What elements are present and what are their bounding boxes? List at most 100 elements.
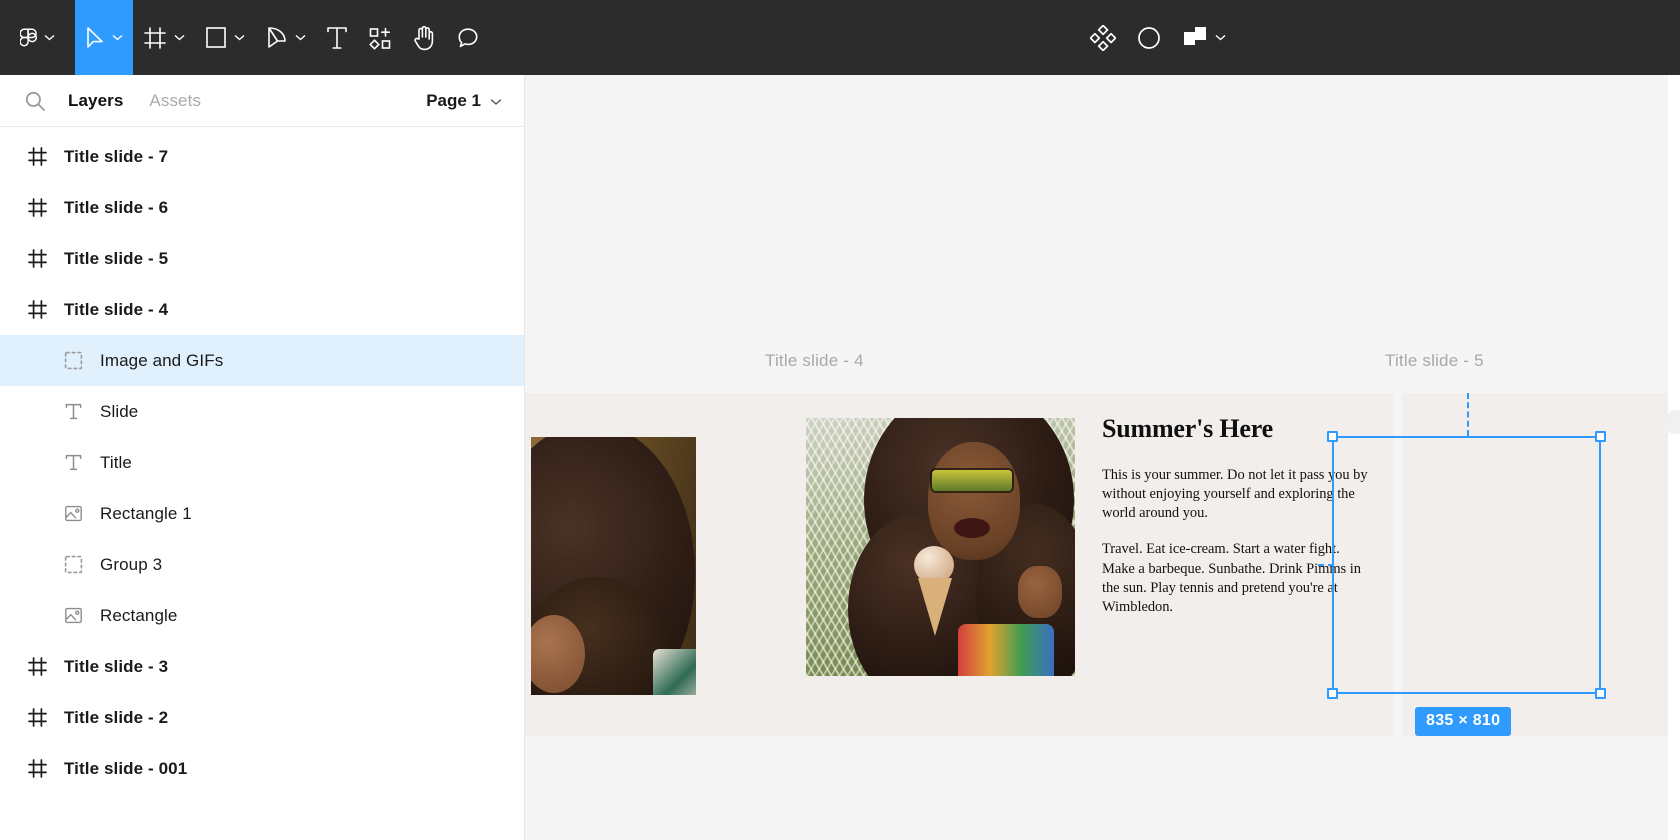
search-icon[interactable]	[24, 90, 46, 112]
chevron-down-icon	[490, 91, 502, 111]
photo-sunglasses-shape	[932, 470, 1012, 491]
layer-row-title-slide-001[interactable]: Title slide - 001	[0, 743, 524, 794]
frame-title-slide-5[interactable]	[1402, 393, 1680, 736]
page-selector-label: Page 1	[426, 90, 481, 110]
layer-row-label: Title slide - 3	[64, 656, 169, 676]
slide-paragraph-1: This is your summer. Do not let it pass …	[1102, 466, 1368, 522]
layer-tree[interactable]: Title slide - 7 Title slide - 6 Title slid…	[0, 127, 524, 840]
layer-row-title-slide-4[interactable]: Title slide - 4	[0, 284, 524, 335]
group-icon	[58, 351, 88, 370]
tab-layers[interactable]: Layers	[68, 91, 123, 111]
components-button[interactable]	[1080, 0, 1126, 75]
photo-mouth-shape	[954, 518, 990, 538]
layer-row-group-3[interactable]: Group 3	[0, 539, 524, 590]
photo-face-shape	[928, 442, 1020, 560]
frame-icon	[22, 249, 52, 268]
frame-label-title-slide-4[interactable]: Title slide - 4	[765, 351, 864, 371]
cursor-icon	[85, 26, 105, 50]
toolbar-left-group	[0, 0, 490, 75]
selection-size-badge: 835 × 810	[1415, 707, 1512, 736]
mask-button[interactable]	[1126, 0, 1172, 75]
layer-row-label: Title	[100, 452, 132, 472]
toolbar-right-group	[1080, 0, 1236, 75]
layer-row-label: Rectangle	[100, 605, 178, 625]
photo-icecream-cone	[918, 578, 952, 636]
layer-row-title-slide-6[interactable]: Title slide - 6	[0, 182, 524, 233]
layer-row-title-slide-3[interactable]: Title slide - 3	[0, 641, 524, 692]
frame-icon	[22, 657, 52, 676]
boolean-groups-button[interactable]	[1172, 0, 1236, 75]
slide-photo-main[interactable]	[806, 418, 1075, 676]
layer-row-label: Rectangle 1	[100, 503, 192, 523]
layer-row-label: Title slide - 5	[64, 248, 169, 268]
pen-icon	[265, 25, 288, 50]
figma-logo-icon	[20, 25, 37, 50]
slide-photo-left	[531, 437, 696, 695]
layer-row-label: Title slide - 6	[64, 197, 169, 217]
chevron-down-icon	[112, 34, 123, 41]
layer-row-title[interactable]: Title	[0, 437, 524, 488]
layer-row-label: Group 3	[100, 554, 163, 574]
workspace: Layers Assets Page 1 Title slide - 7 Titl…	[0, 75, 1680, 840]
comment-tool[interactable]	[446, 0, 490, 75]
pen-tool[interactable]	[255, 0, 316, 75]
photo-shirt-shape	[958, 624, 1054, 676]
tab-assets[interactable]: Assets	[149, 91, 201, 111]
text-icon	[326, 25, 348, 51]
components-icon	[1090, 24, 1116, 51]
layer-row-title-slide-5[interactable]: Title slide - 5	[0, 233, 524, 284]
shape-tool[interactable]	[195, 0, 255, 75]
mask-icon	[1136, 25, 1162, 51]
frame-icon	[143, 26, 167, 50]
layers-panel-header: Layers Assets Page 1	[0, 75, 524, 127]
rectangle-icon	[205, 25, 227, 50]
page-selector[interactable]: Page 1	[426, 91, 502, 111]
hand-icon	[412, 25, 436, 51]
layer-row-rectangle-1[interactable]: Rectangle 1	[0, 488, 524, 539]
layers-panel: Layers Assets Page 1 Title slide - 7 Titl…	[0, 75, 525, 840]
frame-icon	[22, 198, 52, 217]
comment-icon	[456, 26, 480, 50]
right-panel-sliver	[1668, 75, 1680, 840]
hand-tool[interactable]	[402, 0, 446, 75]
layer-row-title-slide-2[interactable]: Title slide - 2	[0, 692, 524, 743]
boolean-union-icon	[1182, 25, 1208, 51]
frame-tool[interactable]	[133, 0, 195, 75]
frame-label-title-slide-5[interactable]: Title slide - 5	[1385, 351, 1484, 371]
main-toolbar	[0, 0, 1680, 75]
layer-row-rectangle[interactable]: Rectangle	[0, 590, 524, 641]
chevron-down-icon	[295, 34, 306, 41]
slide-paragraph-2: Travel. Eat ice-cream. Start a water fig…	[1102, 541, 1361, 616]
components-plus-icon	[368, 26, 392, 50]
move-tool[interactable]	[75, 0, 133, 75]
figma-menu-button[interactable]	[0, 0, 75, 75]
frame-icon	[22, 147, 52, 166]
frame-icon	[22, 759, 52, 778]
text-icon	[58, 402, 88, 421]
chevron-down-icon	[44, 34, 55, 41]
image-icon	[58, 504, 88, 523]
resources-tool[interactable]	[358, 0, 402, 75]
layer-row-slide[interactable]: Slide	[0, 386, 524, 437]
text-tool[interactable]	[316, 0, 358, 75]
image-icon	[58, 606, 88, 625]
frame-title-slide-4[interactable]: Summer's Here This is your summer. Do no…	[782, 393, 1393, 736]
frame-icon	[22, 300, 52, 319]
chevron-down-icon	[1215, 34, 1226, 41]
slide-text-block[interactable]: Summer's Here This is your summer. Do no…	[1102, 414, 1370, 618]
layer-row-label: Title slide - 2	[64, 707, 169, 727]
layer-row-image-and-gifs[interactable]: Image and GIFs	[0, 335, 524, 386]
chevron-down-icon	[234, 34, 245, 41]
text-icon	[58, 453, 88, 472]
chevron-down-icon	[174, 34, 185, 41]
photo-fabric-shape	[653, 649, 696, 695]
design-canvas[interactable]: Title slide - 4 Summer's Here This is yo…	[525, 75, 1680, 840]
layer-row-title-slide-7[interactable]: Title slide - 7	[0, 131, 524, 182]
layer-row-label: Title slide - 4	[64, 299, 169, 319]
smart-guide-vertical	[1467, 393, 1469, 436]
layer-row-label: Image and GIFs	[100, 350, 224, 370]
layer-row-label: Title slide - 001	[64, 758, 188, 778]
canvas-scrollbar[interactable]	[1668, 410, 1680, 434]
frame-icon	[22, 708, 52, 727]
slide-title: Summer's Here	[1102, 414, 1273, 443]
